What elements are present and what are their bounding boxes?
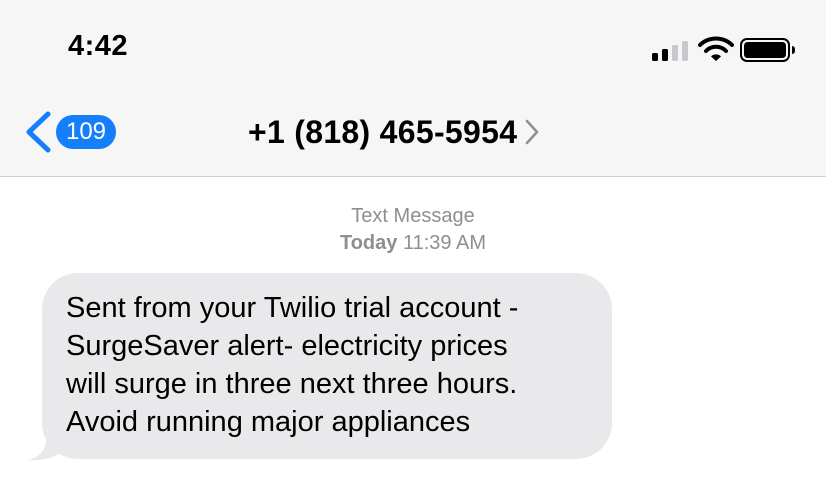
cellular-signal-icon [652,41,688,61]
message-text-line: Sent from your Twilio trial account - [66,292,519,324]
contact-title-button[interactable]: +1 (818) 465-5954 [248,110,539,154]
message-text-line: SurgeSaver alert- electricity prices [66,330,508,362]
message-timestamp: Today 11:39 AM [0,232,826,255]
chevron-right-icon [526,119,539,145]
timestamp-time: 11:39 AM [402,232,486,254]
navigation-header: 4:42 109 +1 (818) 465-5954 [0,0,826,177]
status-time: 4:42 [68,30,129,62]
battery-icon [740,38,795,62]
chevron-left-icon[interactable] [22,111,54,153]
incoming-message-bubble[interactable]: Sent from your Twilio trial account - Su… [42,273,612,459]
wifi-icon [698,36,734,61]
message-service-label: Text Message [351,205,475,227]
message-text-line: Avoid running major appliances [66,406,471,438]
unread-count-badge[interactable]: 109 [56,115,116,149]
timestamp-day: Today [339,232,398,254]
contact-phone-number: +1 (818) 465-5954 [248,113,518,150]
message-text-line: will surge in three next three hours. [66,368,518,400]
